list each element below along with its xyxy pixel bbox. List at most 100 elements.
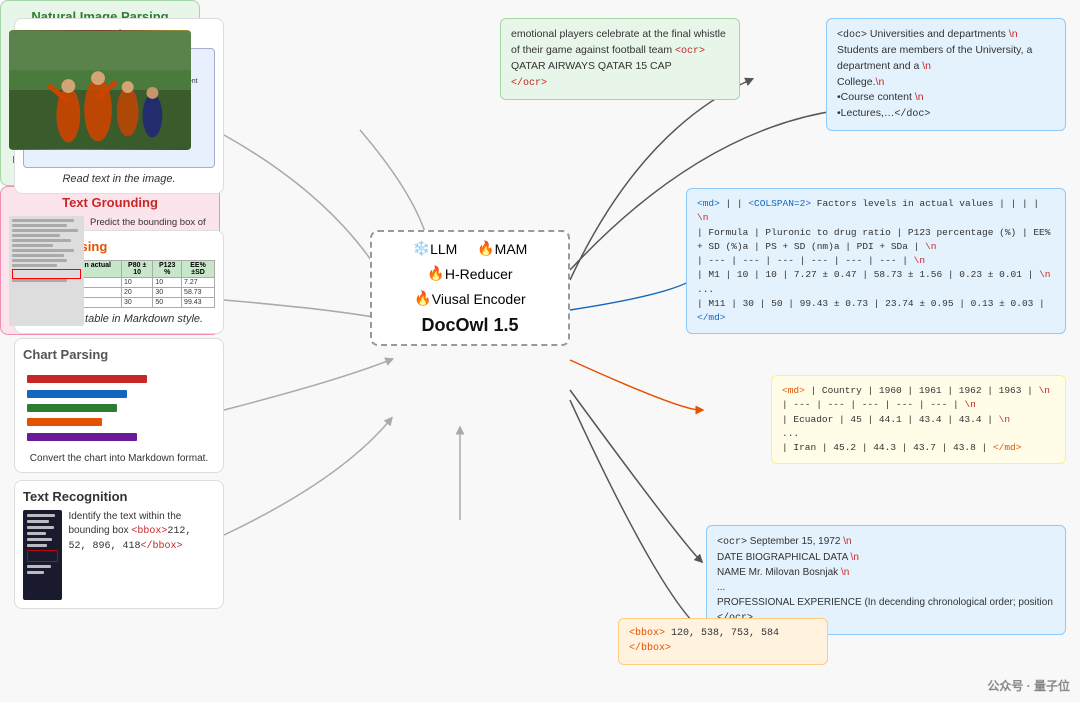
tg-image-container (9, 216, 84, 326)
table-nl-1: \n (697, 212, 708, 223)
trec-line-3 (27, 526, 54, 529)
chart-nl-2: \n (964, 399, 975, 410)
trec-line-6 (27, 544, 47, 547)
output-natural-box: emotional players celebrate at the final… (500, 18, 740, 100)
chart-row-5 (27, 432, 211, 442)
th-ee: EE%±SD (182, 261, 215, 278)
table-nl-2: \n (925, 241, 936, 252)
ocr-tag-natural: <ocr> (675, 46, 705, 57)
th-p123: P123 % (153, 261, 182, 278)
model-hreducer-row: 🔥 H-Reducer (380, 265, 560, 282)
trec-line-2 (27, 520, 49, 523)
tg-line-4 (12, 234, 60, 237)
chart-md-close: </md> (993, 442, 1022, 453)
md-tag-open: <md> (697, 198, 720, 209)
td-50: 50 (153, 298, 182, 308)
output-natural-text: emotional players celebrate at the final… (511, 27, 729, 91)
chart-parsing-panel: Chart Parsing Convert the c (14, 338, 224, 473)
text-grounding-title: Text Grounding (9, 195, 211, 210)
doc-nl-3: \n (876, 76, 885, 88)
fire-icon-encoder: 🔥 (414, 290, 431, 307)
chart-preview (23, 368, 215, 448)
doc-nl-2: \n (922, 60, 931, 72)
output-chart-text: <md> | Country | 1960 | 1961 | 1962 | 19… (782, 384, 1055, 455)
trec-line-4 (27, 532, 46, 535)
tr-nl-1: \n (843, 536, 851, 547)
td-7: 7.27 (182, 278, 215, 288)
snowflake-icon: ❄️ (413, 240, 430, 257)
llm-label: LLM (430, 241, 457, 257)
tg-line-7 (12, 249, 74, 252)
doc-nl-4: \n (915, 91, 924, 103)
text-rec-content: Identify the text within the bounding bo… (23, 510, 215, 600)
tg-line-8 (12, 254, 64, 257)
md-tag-close: </md> (697, 312, 726, 323)
text-rec-caption: Identify the text within the bounding bo… (68, 510, 215, 554)
tg-line-3 (12, 229, 78, 232)
model-llm-row: ❄️ LLM 🔥 MAM (380, 240, 560, 257)
tg-line-6 (12, 244, 53, 247)
doc-tag-open: <doc> (837, 30, 867, 41)
td-30: 30 (153, 288, 182, 298)
td-10a: 10 (121, 278, 152, 288)
soccer-scene-svg (9, 30, 191, 150)
td-20a: 20 (121, 288, 152, 298)
chart-nl-3: \n (999, 414, 1010, 425)
model-title: DocOwl 1.5 (380, 315, 560, 336)
trec-line-5 (27, 538, 52, 541)
trec-bbox-box (27, 550, 58, 562)
fire-icon-hreducer: 🔥 (427, 265, 444, 282)
td-30a: 30 (121, 298, 152, 308)
chart-md-open: <md> (782, 385, 805, 396)
output-table-text: <md> | | <COLSPAN=2> Factors levels in a… (697, 197, 1055, 325)
output-chart-box: <md> | Country | 1960 | 1961 | 1962 | 19… (771, 375, 1066, 464)
tg-line-5 (12, 239, 71, 242)
doc-tag-close: </doc> (894, 109, 930, 120)
watermark: 公众号 · 量子位 (987, 677, 1070, 694)
model-encoder-row: 🔥 Viusal Encoder (380, 290, 560, 307)
text-recognition-panel: Text Recognition Identify the text withi… (14, 480, 224, 609)
mam-label: MAM (495, 241, 528, 257)
chart-row-4 (27, 417, 211, 427)
natural-image (9, 30, 191, 150)
bbox-tag: <bbox> (131, 526, 167, 537)
td-10b: 10 (153, 278, 182, 288)
main-container: ❄️ LLM 🔥 MAM 🔥 H-Reducer 🔥 Viusal Encode… (0, 0, 1080, 702)
tg-red-highlight (12, 269, 81, 279)
tg-line-2 (12, 224, 67, 227)
bbox-close-tag: </bbox> (140, 541, 182, 552)
trec-line-7 (27, 565, 51, 568)
doc-nl-1: \n (1009, 28, 1018, 40)
bar-2 (27, 390, 127, 398)
chart-row-1 (27, 374, 211, 384)
chart-row-3 (27, 403, 211, 413)
separator (465, 241, 469, 257)
chart-bars (23, 368, 215, 448)
tr-nl-2: \n (851, 552, 859, 563)
tr-nl-3: \n (841, 567, 849, 578)
tg-line-1 (12, 219, 74, 222)
tg-lines (9, 216, 84, 287)
chart-nl-1: \n (1039, 385, 1050, 396)
output-textrec-text: <ocr> September 15, 1972 \n DATE BIOGRAP… (717, 534, 1055, 626)
tg-line-9 (12, 259, 67, 262)
td-99: 99.43 (182, 298, 215, 308)
colspan-tag: <COLSPAN=2> (748, 198, 811, 209)
model-box: ❄️ LLM 🔥 MAM 🔥 H-Reducer 🔥 Viusal Encode… (370, 230, 570, 346)
bar-1 (27, 375, 147, 383)
bar-4 (27, 418, 102, 426)
tg-line-10 (12, 264, 57, 267)
chart-row-2 (27, 389, 211, 399)
trec-line-1 (27, 514, 55, 517)
fire-icon-mam: 🔥 (477, 240, 494, 257)
chart-parsing-title: Chart Parsing (23, 347, 215, 362)
chart-caption: Convert the chart into Markdown format. (23, 453, 215, 464)
text-rec-image (23, 510, 62, 600)
table-nl-3: \n (914, 255, 925, 266)
table-nl-4: \n (1039, 269, 1050, 280)
output-doc-box: <doc> Universities and departments \n St… (826, 18, 1066, 131)
ocr-close-natural: </ocr> (511, 78, 547, 89)
doc-caption: Read text in the image. (23, 173, 215, 185)
bbox-tag-close-out: </bbox> (629, 643, 671, 654)
output-bbox-text: <bbox> 120, 538, 753, 584 </bbox> (629, 627, 817, 656)
